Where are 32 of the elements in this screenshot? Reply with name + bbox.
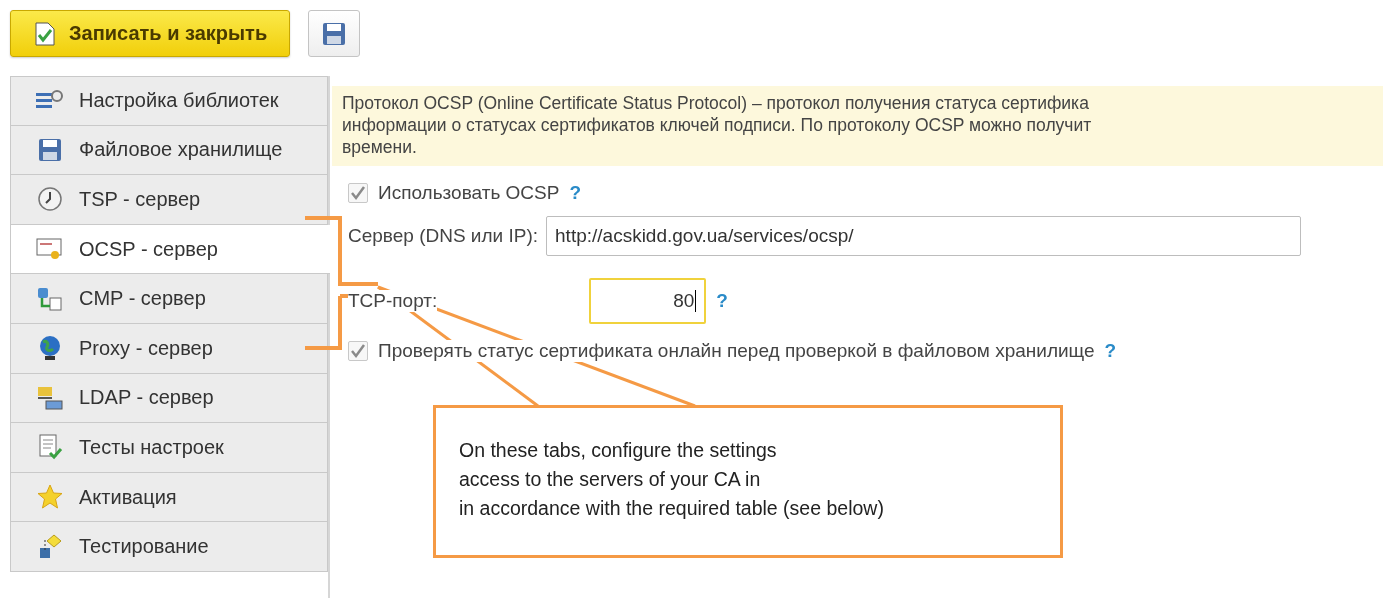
tab-icon xyxy=(35,285,65,312)
sidebar-tab[interactable]: Proxy - сервер xyxy=(10,323,328,374)
callout-text: access to the servers of your CA in xyxy=(459,467,762,492)
sidebar-tab[interactable]: OCSP - сервер xyxy=(10,224,330,275)
checkbox-label: Проверять статус сертификата онлайн перед проверкой в файловом хранилище xyxy=(378,340,1095,362)
description-text: Протокол OCSP (Online Certificate Status Protocol) – протокол получения статуса сертифика xyxy=(342,92,1090,114)
tab-icon xyxy=(35,484,65,511)
sidebar-tab[interactable]: CMP - сервер xyxy=(10,274,328,324)
server-field[interactable]: http://acskidd.gov.ua/services/ocsp/ xyxy=(546,216,1302,256)
save-and-close-button[interactable]: Записать и закрыть xyxy=(10,10,291,57)
sidebar-tab[interactable]: LDAP - сервер xyxy=(10,373,328,424)
field-label: TCP-порт: xyxy=(348,290,438,312)
checkbox[interactable] xyxy=(348,341,368,361)
help-link[interactable]: ? xyxy=(569,182,581,204)
tab-icon xyxy=(35,384,65,411)
document-check-icon xyxy=(35,21,55,46)
callout-text: in accordance with the required table (see below) xyxy=(459,496,885,521)
description-text: информации о статусах сертификатов ключей подписи. По протоколу OCSP можно получит xyxy=(342,114,1093,136)
sidebar-tab[interactable]: Активация xyxy=(10,472,328,523)
tab-icon xyxy=(35,186,65,213)
sidebar-tab[interactable]: Тесты настроек xyxy=(10,423,328,473)
port-field[interactable]: 80 xyxy=(589,278,707,324)
help-link[interactable]: ? xyxy=(716,290,728,312)
callout-text: On these tabs, configure the settings xyxy=(459,438,778,463)
sidebar-tab[interactable]: Файловое хранилище xyxy=(10,125,328,176)
checkbox[interactable] xyxy=(348,183,368,203)
save-button[interactable] xyxy=(308,10,361,57)
sidebar-tab[interactable]: TSP - сервер xyxy=(10,175,328,225)
description-text: времени. xyxy=(342,136,418,158)
help-link[interactable]: ? xyxy=(1104,340,1117,362)
sidebar-tab[interactable]: Настройка библиотек xyxy=(10,76,328,126)
sidebar-tab[interactable]: Тестирование xyxy=(10,522,328,572)
